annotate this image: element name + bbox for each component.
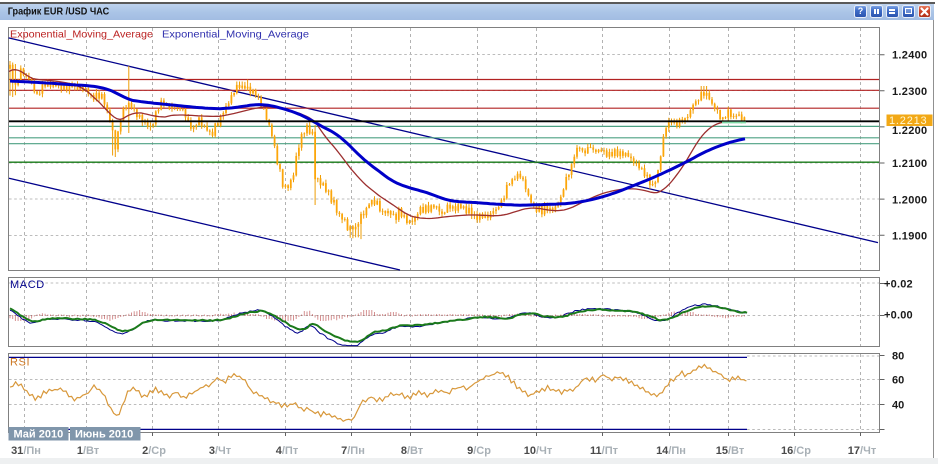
svg-text:1.2300: 1.2300 [892, 86, 927, 98]
svg-text:10/Чт: 10/Чт [524, 445, 553, 457]
svg-text:40: 40 [892, 400, 904, 412]
svg-text:MACD: MACD [10, 279, 45, 291]
svg-text:Май 2010: Май 2010 [14, 429, 64, 441]
svg-text:4/Пт: 4/Пт [276, 445, 299, 457]
svg-text:Июнь 2010: Июнь 2010 [75, 429, 133, 441]
svg-text:2/Ср: 2/Ср [142, 445, 166, 457]
svg-text:1.2100: 1.2100 [892, 158, 927, 170]
svg-text:Exponential_Moving_Average: Exponential_Moving_Average [10, 28, 153, 40]
svg-text:11/Пт: 11/Пт [590, 445, 619, 457]
svg-text:1/Вт: 1/Вт [77, 445, 100, 457]
svg-text:1.2400: 1.2400 [892, 50, 927, 62]
svg-text:7/Пн: 7/Пн [341, 445, 365, 457]
svg-text:16/Ср: 16/Ср [781, 445, 811, 457]
svg-text:+0.02: +0.02 [884, 279, 913, 291]
svg-text:График EUR /USD ЧАС: График EUR /USD ЧАС [8, 5, 110, 17]
svg-text:9/Ср: 9/Ср [467, 445, 491, 457]
svg-text:RSI: RSI [10, 357, 30, 369]
svg-text:31/Пн: 31/Пн [11, 445, 41, 457]
svg-text:1.1900: 1.1900 [892, 230, 927, 242]
svg-text:14/Пн: 14/Пн [656, 445, 686, 457]
svg-text:15/Вт: 15/Вт [716, 445, 745, 457]
svg-text:17/Чт: 17/Чт [848, 445, 877, 457]
svg-text:80: 80 [892, 351, 904, 363]
svg-text:Exponential_Moving_Average: Exponential_Moving_Average [162, 28, 309, 40]
svg-text:1.2000: 1.2000 [892, 195, 927, 207]
svg-text:60: 60 [892, 375, 904, 387]
svg-text:8/Вт: 8/Вт [401, 445, 424, 457]
svg-text:1.2213: 1.2213 [889, 115, 927, 127]
svg-text:+0.00: +0.00 [884, 310, 913, 322]
svg-text:3/Чт: 3/Чт [209, 445, 232, 457]
